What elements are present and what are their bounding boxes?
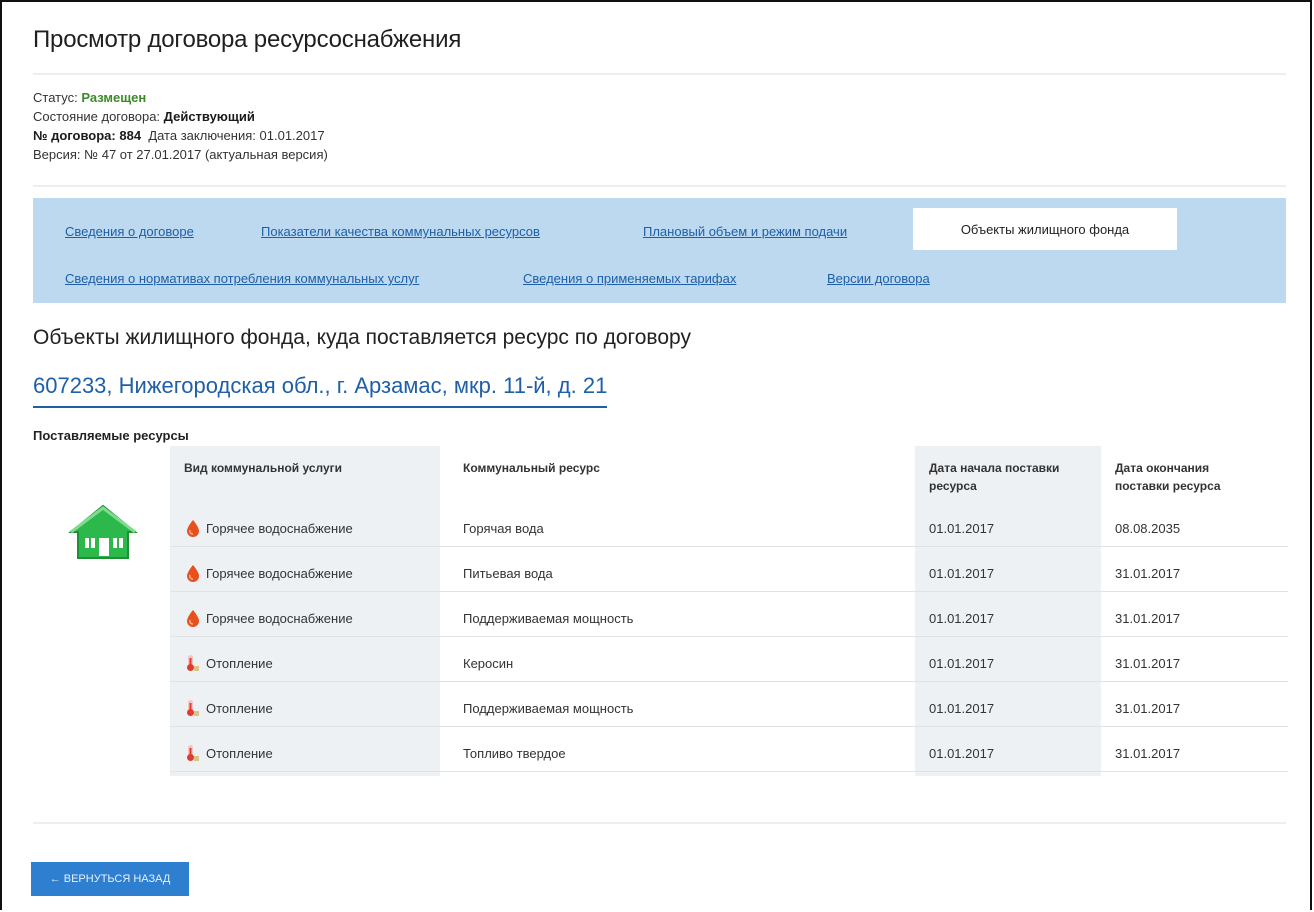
end-date: 31.01.2017: [1115, 566, 1181, 581]
table-row-divider: [170, 636, 1288, 637]
end-date: 31.01.2017: [1115, 701, 1181, 716]
status-label: Статус:: [33, 90, 78, 105]
page-title: Просмотр договора ресурсоснабжения: [33, 26, 462, 53]
thermometer-icon: [186, 654, 200, 672]
resource-name: Керосин: [463, 656, 514, 671]
start-date: 01.01.2017: [929, 521, 995, 536]
bottom-divider: [33, 822, 1286, 824]
end-date: 31.01.2017: [1115, 656, 1181, 671]
end-date: 31.01.2017: [1115, 611, 1181, 626]
resource-name: Питьевая вода: [463, 566, 553, 581]
service-name: Горячее водоснабжение: [206, 565, 353, 581]
resource-name: Топливо твердое: [463, 746, 566, 761]
header-end-date: Дата окончания поставки ресурса: [1115, 461, 1221, 493]
service-name: Отопление: [206, 655, 273, 671]
table-row-service: Отопление: [186, 654, 273, 672]
number-line: № договора: 884 Дата заключения: 01.01.2…: [33, 127, 325, 145]
title-divider: [33, 73, 1286, 75]
start-date: 01.01.2017: [929, 701, 995, 716]
resources-heading: Поставляемые ресурсы: [33, 428, 189, 443]
tab-contract-info[interactable]: Сведения о договоре: [65, 224, 194, 239]
header-resource: Коммунальный ресурс: [463, 461, 600, 475]
info-divider: [33, 185, 1286, 187]
table-row-service: Горячее водоснабжение: [186, 564, 353, 582]
tab-contract-versions[interactable]: Версии договора: [827, 271, 930, 286]
section-title: Объекты жилищного фонда, куда поставляет…: [33, 326, 691, 349]
number-value: 884: [119, 128, 142, 143]
tabs-panel: Сведения о договоре Показатели качества …: [33, 198, 1286, 303]
table-row-service: Отопление: [186, 744, 273, 762]
table-row-divider: [170, 726, 1288, 727]
thermometer-icon: [186, 744, 200, 762]
tab-quality-indicators[interactable]: Показатели качества коммунальных ресурсо…: [261, 224, 540, 239]
state-line: Состояние договора: Действующий: [33, 108, 255, 126]
start-date: 01.01.2017: [929, 656, 995, 671]
hot-water-drop-icon: [186, 564, 200, 582]
header-start-date: Дата начала поставки ресурса: [929, 461, 1060, 493]
end-date: 31.01.2017: [1115, 746, 1181, 761]
back-button[interactable]: ← ВЕРНУТЬСЯ НАЗАД: [31, 862, 189, 896]
header-service: Вид коммунальной услуги: [184, 461, 343, 475]
thermometer-icon: [186, 699, 200, 717]
table-row-service: Отопление: [186, 699, 273, 717]
start-date: 01.01.2017: [929, 746, 995, 761]
resource-name: Горячая вода: [463, 521, 544, 536]
tab-housing-objects[interactable]: Объекты жилищного фонда: [913, 208, 1177, 250]
table-row-divider: [170, 681, 1288, 682]
table-row-divider: [170, 591, 1288, 592]
tab-consumption-norms[interactable]: Сведения о нормативах потребления коммун…: [65, 271, 419, 286]
table-row-service: Горячее водоснабжение: [186, 519, 353, 537]
hot-water-drop-icon: [186, 519, 200, 537]
resource-name: Поддерживаемая мощность: [463, 701, 634, 716]
resource-name: Поддерживаемая мощность: [463, 611, 634, 626]
start-date: 01.01.2017: [929, 611, 995, 626]
end-date: 08.08.2035: [1115, 521, 1181, 536]
status-line: Статус: Размещен: [33, 89, 146, 107]
status-badge: Размещен: [81, 90, 147, 105]
tab-planned-volume[interactable]: Плановый объем и режим подачи: [643, 224, 847, 239]
house-icon: [67, 502, 139, 562]
table-row-service: Горячее водоснабжение: [186, 609, 353, 627]
table-row-divider: [170, 546, 1288, 547]
service-name: Горячее водоснабжение: [206, 520, 353, 536]
hot-water-drop-icon: [186, 609, 200, 627]
date-label: Дата заключения:: [148, 128, 256, 143]
number-label: № договора:: [33, 128, 116, 143]
service-name: Отопление: [206, 700, 273, 716]
tab-tariffs[interactable]: Сведения о применяемых тарифах: [523, 271, 736, 286]
table-row-divider: [170, 771, 1288, 772]
version-line: Версия: № 47 от 27.01.2017 (актуальная в…: [33, 147, 328, 162]
service-name: Отопление: [206, 745, 273, 761]
start-date: 01.01.2017: [929, 566, 995, 581]
state-value: Действующий: [163, 109, 255, 124]
date-value: 01.01.2017: [259, 128, 325, 143]
state-label: Состояние договора:: [33, 109, 161, 124]
service-name: Горячее водоснабжение: [206, 610, 353, 626]
address-link[interactable]: 607233, Нижегородская обл., г. Арзамас, …: [33, 373, 608, 408]
